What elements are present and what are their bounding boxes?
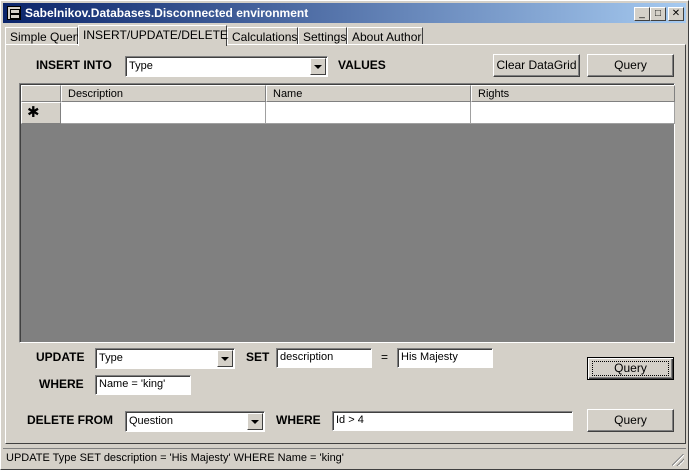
update-table-select[interactable]: Type	[95, 348, 235, 369]
tab-settings[interactable]: Settings	[298, 27, 347, 45]
update-where-input[interactable]: Name = 'king'	[95, 375, 191, 395]
tab-about-author[interactable]: About Author	[347, 27, 423, 45]
close-button[interactable]: ✕	[668, 7, 684, 21]
new-row-icon[interactable]: ✱	[21, 102, 61, 124]
data-grid[interactable]: Description Name Rights ✱	[19, 83, 675, 343]
insert-table-value: Type	[129, 60, 153, 72]
app-window: Sabelnikov.Databases.Disconnected enviro…	[0, 0, 689, 470]
chevron-down-icon[interactable]	[247, 413, 263, 430]
update-label: UPDATE	[36, 350, 85, 364]
update-where-label: WHERE	[39, 377, 84, 391]
tab-insert-update-delete[interactable]: INSERT/UPDATE/DELETE	[78, 25, 228, 46]
database-app-icon[interactable]	[7, 6, 21, 20]
cell-rights[interactable]	[471, 102, 675, 124]
set-value-input[interactable]: His Majesty	[397, 348, 493, 368]
delete-where-label: WHERE	[276, 413, 321, 427]
column-header-rights[interactable]: Rights	[471, 85, 675, 102]
equals-label: =	[381, 350, 389, 364]
title-bar[interactable]: Sabelnikov.Databases.Disconnected enviro…	[3, 3, 686, 23]
cell-description[interactable]	[61, 102, 266, 124]
insert-table-select[interactable]: Type	[125, 56, 328, 77]
cell-name[interactable]	[266, 102, 471, 124]
grid-corner-header	[21, 85, 61, 102]
values-label: VALUES	[338, 58, 386, 72]
delete-query-button[interactable]: Query	[587, 409, 674, 432]
column-header-name[interactable]: Name	[266, 85, 471, 102]
resize-grip-icon[interactable]	[672, 454, 684, 466]
column-header-description[interactable]: Description	[61, 85, 266, 102]
chevron-down-icon[interactable]	[310, 58, 326, 75]
tab-calculations[interactable]: Calculations	[227, 27, 298, 45]
window-title: Sabelnikov.Databases.Disconnected enviro…	[25, 6, 309, 20]
minimize-button[interactable]: _	[634, 7, 650, 21]
focus-rectangle	[592, 361, 669, 376]
status-bar: UPDATE Type SET description = 'His Majes…	[3, 448, 686, 468]
set-field-input[interactable]: description	[276, 348, 372, 368]
delete-from-label: DELETE FROM	[27, 413, 113, 427]
clear-datagrid-button[interactable]: Clear DataGrid	[493, 54, 580, 77]
update-table-value: Type	[99, 352, 123, 364]
delete-table-select[interactable]: Question	[125, 411, 265, 432]
tab-simple-query[interactable]: Simple Query	[5, 27, 83, 45]
delete-table-value: Question	[129, 415, 174, 427]
delete-where-input[interactable]: Id > 4	[332, 411, 573, 431]
set-label: SET	[246, 350, 270, 364]
insert-query-button[interactable]: Query	[587, 54, 674, 77]
maximize-button[interactable]: □	[650, 7, 666, 21]
status-text: UPDATE Type SET description = 'His Majes…	[6, 452, 344, 464]
update-query-button[interactable]: Query	[587, 357, 674, 380]
chevron-down-icon[interactable]	[217, 350, 233, 367]
insert-into-label: INSERT INTO	[36, 58, 112, 72]
